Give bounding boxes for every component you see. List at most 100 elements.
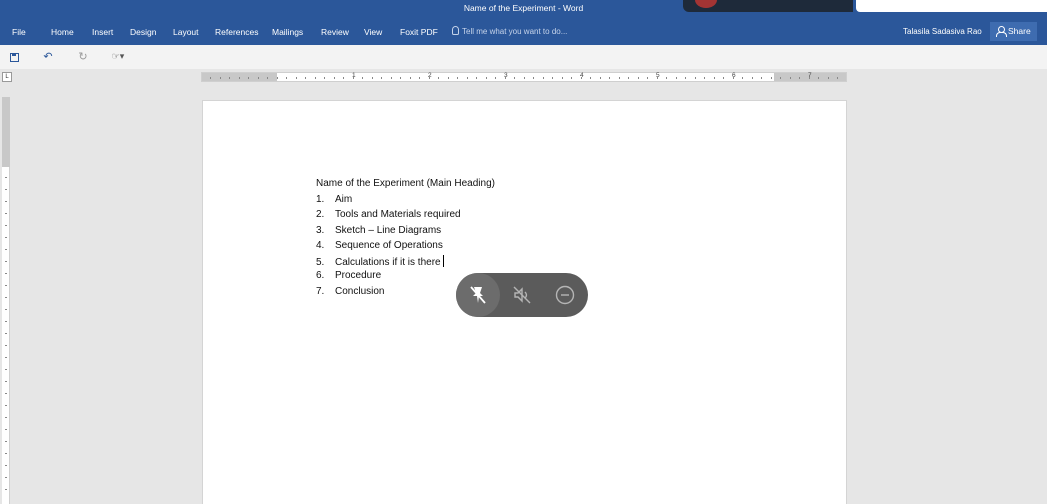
ruler-tick [324, 77, 325, 79]
pen-off-icon[interactable] [467, 284, 489, 306]
ruler-tick [5, 429, 7, 430]
ruler-tick [219, 77, 221, 79]
ruler-tick [5, 189, 7, 190]
ruler-tick [751, 77, 753, 79]
ruler-tick [5, 489, 7, 490]
vertical-ruler[interactable] [2, 97, 10, 504]
tab-layout[interactable]: Layout [173, 27, 199, 37]
ruler-tick [504, 77, 506, 79]
lightbulb-icon [452, 26, 459, 35]
quick-access-toolbar: ↶ ↻ ☞▾ [0, 45, 1047, 69]
list-text: Procedure [335, 270, 382, 282]
recording-toolbar [456, 273, 588, 317]
ruler-tick [723, 77, 724, 79]
ruler-tick [818, 77, 819, 79]
ruler-tick [390, 77, 392, 79]
ruler-tick [561, 77, 563, 79]
list-item: 5. Calculations if it is there [316, 255, 461, 270]
ruler-tick [704, 77, 705, 79]
ruler-tick [371, 77, 373, 79]
ruler-tick [837, 77, 838, 79]
save-icon[interactable] [10, 53, 19, 62]
ruler-tick [210, 77, 211, 79]
ruler-tick [381, 77, 382, 79]
tab-file[interactable]: File [12, 27, 26, 37]
list-number: 2. [316, 209, 325, 221]
ruler-tick [685, 77, 686, 79]
redo-icon[interactable]: ↻ [76, 50, 90, 64]
touch-mode-icon[interactable]: ☞▾ [108, 50, 128, 64]
list-text: Sketch – Line Diagrams [335, 224, 442, 236]
ruler-tick [542, 77, 544, 79]
ruler-tick [656, 77, 658, 79]
ruler-tick [799, 77, 800, 79]
user-name[interactable]: Talasila Sadasiva Rao [903, 27, 982, 36]
minimize-icon[interactable] [554, 284, 576, 306]
ruler-tick [238, 77, 240, 79]
ruler-tick [485, 77, 487, 79]
ruler-tick [333, 77, 335, 79]
tab-home[interactable]: Home [51, 27, 74, 37]
title-bar: Name of the Experiment - Word [0, 0, 1047, 20]
ruler-tick [732, 77, 734, 79]
ruler-tick [5, 477, 7, 478]
overlay-panel [856, 0, 1047, 12]
ruler-tick [229, 77, 230, 79]
list-item: 2. Tools and Materials required [316, 209, 461, 224]
list-number: 7. [316, 285, 325, 297]
list-item: 7. Conclusion [316, 286, 461, 301]
tab-insert[interactable]: Insert [92, 27, 113, 37]
ruler-tick [466, 77, 468, 79]
share-button[interactable]: Share [990, 22, 1037, 41]
mute-icon[interactable] [511, 284, 533, 306]
ruler-tick [5, 345, 7, 346]
left-margin-area [202, 73, 277, 81]
ruler-tick [5, 333, 7, 334]
ruler-tick [352, 77, 354, 79]
ruler-tick [618, 77, 620, 79]
ruler-tick [438, 77, 439, 79]
ruler-tick [770, 77, 772, 79]
tab-foxit-pdf[interactable]: Foxit PDF [400, 27, 438, 37]
list-text: Tools and Materials required [335, 209, 461, 221]
ruler-tick [276, 77, 278, 79]
ruler-tick [628, 77, 629, 79]
person-icon [996, 26, 1007, 37]
ruler-tick [713, 77, 715, 79]
tab-design[interactable]: Design [130, 27, 156, 37]
ruler-tick [409, 77, 411, 79]
ruler-tick [5, 417, 7, 418]
list-text: Aim [335, 194, 353, 205]
ruler-tick [5, 441, 7, 442]
ruler-tick [552, 77, 553, 79]
ruler-tick [514, 77, 515, 79]
ruler-tick [5, 381, 7, 382]
tab-references[interactable]: References [215, 27, 258, 37]
ruler-tick [257, 77, 259, 79]
list-item: 4. Sequence of Operations [316, 240, 461, 255]
top-margin-area [2, 97, 10, 167]
ruler-tick [5, 465, 7, 466]
list-item: 1. Aim [316, 194, 461, 209]
horizontal-ruler[interactable]: 1 2 3 4 5 6 7 [201, 72, 847, 82]
ruler-tick [5, 273, 7, 274]
ruler-tick [495, 77, 496, 79]
ruler-tick [599, 77, 601, 79]
ruler-tick [5, 237, 7, 238]
ruler-tick [5, 285, 7, 286]
list-item: 3. Sketch – Line Diagrams [316, 225, 461, 240]
list-number: 1. [316, 194, 325, 205]
ruler-tick [647, 77, 648, 79]
tab-mailings[interactable]: Mailings [272, 27, 303, 37]
list-number: 6. [316, 270, 325, 282]
list-number: 3. [316, 224, 325, 236]
ruler-tick [637, 77, 639, 79]
tab-view[interactable]: View [364, 27, 382, 37]
tell-me-search[interactable]: Tell me what you want to do... [452, 26, 567, 36]
list-text: Calculations if it is there [335, 257, 441, 269]
tab-review[interactable]: Review [321, 27, 349, 37]
tab-selector[interactable]: L [2, 72, 12, 82]
ruler-tick [5, 309, 7, 310]
ruler-tick [780, 77, 781, 79]
undo-icon[interactable]: ↶ [41, 50, 55, 64]
